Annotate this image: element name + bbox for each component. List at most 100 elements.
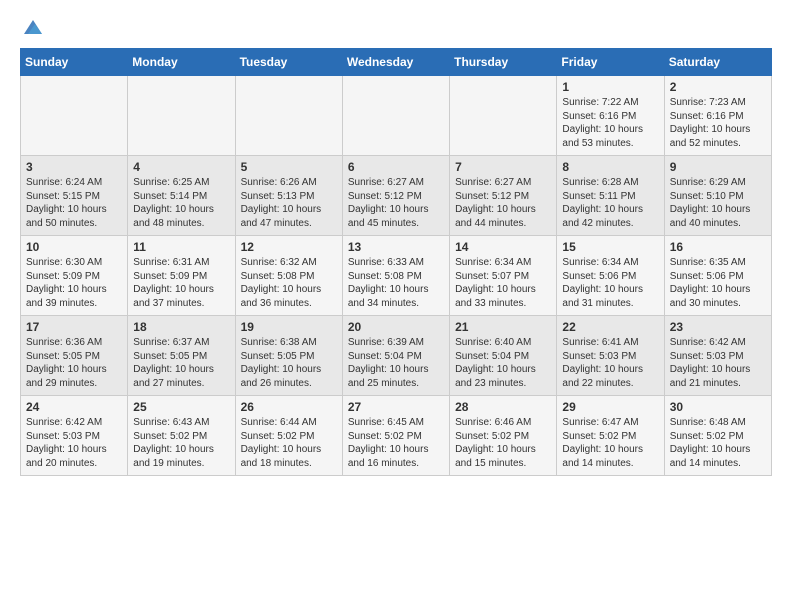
day-number: 16 — [670, 240, 766, 254]
calendar-cell: 17Sunrise: 6:36 AM Sunset: 5:05 PM Dayli… — [21, 316, 128, 396]
calendar-cell: 23 Sunrise: 6:42 AM Sunset: 5:03 PM Dayli… — [664, 316, 771, 396]
day-number: 7 — [455, 160, 551, 174]
day-info: Sunrise: 6:31 AM Sunset: 5:09 PM Dayligh… — [133, 256, 229, 310]
day-info: Sunrise: 6:40 AM Sunset: 5:04 PM Dayligh… — [455, 336, 551, 390]
day-number: 6 — [348, 160, 444, 174]
day-number: 9 — [670, 160, 766, 174]
calendar-cell: 15 Sunrise: 6:34 AM Sunset: 5:06 PM Dayli… — [557, 236, 664, 316]
calendar-cell: 12 Sunrise: 6:32 AM Sunset: 5:08 PM Dayli… — [235, 236, 342, 316]
day-info: Sunrise: 6:46 AM Sunset: 5:02 PM Dayligh… — [455, 416, 551, 470]
calendar-cell — [21, 76, 128, 156]
day-info: Sunrise: 6:42 AM Sunset: 5:03 PM Dayligh… — [670, 336, 766, 390]
calendar-cell: 27Sunrise: 6:45 AM Sunset: 5:02 PM Dayli… — [342, 396, 449, 476]
day-number: 3 — [26, 160, 122, 174]
day-info: Sunrise: 6:29 AM Sunset: 5:10 PM Dayligh… — [670, 176, 766, 230]
calendar-row-4: 17Sunrise: 6:36 AM Sunset: 5:05 PM Dayli… — [21, 316, 772, 396]
day-number: 14 — [455, 240, 551, 254]
calendar-cell: 24 Sunrise: 6:42 AM Sunset: 5:03 PM Dayli… — [21, 396, 128, 476]
calendar-cell: 13 Sunrise: 6:33 AM Sunset: 5:08 PM Dayli… — [342, 236, 449, 316]
calendar-cell: 19 Sunrise: 6:38 AM Sunset: 5:05 PM Dayli… — [235, 316, 342, 396]
day-number: 13 — [348, 240, 444, 254]
day-info: Sunrise: 6:28 AM Sunset: 5:11 PM Dayligh… — [562, 176, 658, 230]
day-info: Sunrise: 6:24 AM Sunset: 5:15 PM Dayligh… — [26, 176, 122, 230]
day-number: 5 — [241, 160, 337, 174]
calendar-cell: 6 Sunrise: 6:27 AM Sunset: 5:12 PM Daylig… — [342, 156, 449, 236]
calendar-cell: 16 Sunrise: 6:35 AM Sunset: 5:06 PM Dayli… — [664, 236, 771, 316]
day-info: Sunrise: 6:39 AM Sunset: 5:04 PM Dayligh… — [348, 336, 444, 390]
day-info: Sunrise: 6:37 AM Sunset: 5:05 PM Dayligh… — [133, 336, 229, 390]
calendar-table: SundayMondayTuesdayWednesdayThursdayFrid… — [20, 48, 772, 476]
day-number: 18 — [133, 320, 229, 334]
day-info: Sunrise: 6:26 AM Sunset: 5:13 PM Dayligh… — [241, 176, 337, 230]
calendar-cell: 8 Sunrise: 6:28 AM Sunset: 5:11 PM Daylig… — [557, 156, 664, 236]
calendar-row-3: 10 Sunrise: 6:30 AM Sunset: 5:09 PM Dayli… — [21, 236, 772, 316]
col-header-monday: Monday — [128, 49, 235, 76]
calendar-cell: 18 Sunrise: 6:37 AM Sunset: 5:05 PM Dayli… — [128, 316, 235, 396]
logo-icon — [22, 16, 44, 38]
day-number: 23 — [670, 320, 766, 334]
calendar-cell: 25 Sunrise: 6:43 AM Sunset: 5:02 PM Dayli… — [128, 396, 235, 476]
day-number: 28 — [455, 400, 551, 414]
calendar-cell — [235, 76, 342, 156]
calendar-cell: 7 Sunrise: 6:27 AM Sunset: 5:12 PM Daylig… — [450, 156, 557, 236]
calendar-cell: 14 Sunrise: 6:34 AM Sunset: 5:07 PM Dayli… — [450, 236, 557, 316]
day-number: 29 — [562, 400, 658, 414]
day-info: Sunrise: 6:44 AM Sunset: 5:02 PM Dayligh… — [241, 416, 337, 470]
day-number: 26 — [241, 400, 337, 414]
day-number: 17 — [26, 320, 122, 334]
day-number: 8 — [562, 160, 658, 174]
calendar-cell: 4 Sunrise: 6:25 AM Sunset: 5:14 PM Daylig… — [128, 156, 235, 236]
day-info: Sunrise: 6:32 AM Sunset: 5:08 PM Dayligh… — [241, 256, 337, 310]
calendar-cell: 11 Sunrise: 6:31 AM Sunset: 5:09 PM Dayli… — [128, 236, 235, 316]
col-header-friday: Friday — [557, 49, 664, 76]
page: SundayMondayTuesdayWednesdayThursdayFrid… — [0, 0, 792, 492]
day-number: 19 — [241, 320, 337, 334]
calendar-cell: 2Sunrise: 7:23 AM Sunset: 6:16 PM Daylig… — [664, 76, 771, 156]
col-header-tuesday: Tuesday — [235, 49, 342, 76]
day-info: Sunrise: 6:25 AM Sunset: 5:14 PM Dayligh… — [133, 176, 229, 230]
day-info: Sunrise: 6:30 AM Sunset: 5:09 PM Dayligh… — [26, 256, 122, 310]
header-row: SundayMondayTuesdayWednesdayThursdayFrid… — [21, 49, 772, 76]
calendar-cell: 3 Sunrise: 6:24 AM Sunset: 5:15 PM Daylig… — [21, 156, 128, 236]
day-info: Sunrise: 6:38 AM Sunset: 5:05 PM Dayligh… — [241, 336, 337, 390]
day-info: Sunrise: 6:43 AM Sunset: 5:02 PM Dayligh… — [133, 416, 229, 470]
calendar-cell: 21 Sunrise: 6:40 AM Sunset: 5:04 PM Dayli… — [450, 316, 557, 396]
day-info: Sunrise: 6:27 AM Sunset: 5:12 PM Dayligh… — [348, 176, 444, 230]
logo — [20, 16, 44, 38]
day-number: 25 — [133, 400, 229, 414]
calendar-cell: 22Sunrise: 6:41 AM Sunset: 5:03 PM Dayli… — [557, 316, 664, 396]
calendar-cell: 28 Sunrise: 6:46 AM Sunset: 5:02 PM Dayli… — [450, 396, 557, 476]
day-number: 24 — [26, 400, 122, 414]
calendar-cell — [450, 76, 557, 156]
day-number: 15 — [562, 240, 658, 254]
day-info: Sunrise: 6:34 AM Sunset: 5:07 PM Dayligh… — [455, 256, 551, 310]
calendar-cell: 29Sunrise: 6:47 AM Sunset: 5:02 PM Dayli… — [557, 396, 664, 476]
day-info: Sunrise: 6:42 AM Sunset: 5:03 PM Dayligh… — [26, 416, 122, 470]
day-number: 11 — [133, 240, 229, 254]
day-info: Sunrise: 7:22 AM Sunset: 6:16 PM Dayligh… — [562, 96, 658, 150]
col-header-wednesday: Wednesday — [342, 49, 449, 76]
calendar-cell: 10 Sunrise: 6:30 AM Sunset: 5:09 PM Dayli… — [21, 236, 128, 316]
day-info: Sunrise: 6:34 AM Sunset: 5:06 PM Dayligh… — [562, 256, 658, 310]
day-info: Sunrise: 6:48 AM Sunset: 5:02 PM Dayligh… — [670, 416, 766, 470]
calendar-cell: 9 Sunrise: 6:29 AM Sunset: 5:10 PM Daylig… — [664, 156, 771, 236]
day-info: Sunrise: 7:23 AM Sunset: 6:16 PM Dayligh… — [670, 96, 766, 150]
day-info: Sunrise: 6:35 AM Sunset: 5:06 PM Dayligh… — [670, 256, 766, 310]
header — [20, 16, 772, 38]
calendar-cell: 20 Sunrise: 6:39 AM Sunset: 5:04 PM Dayli… — [342, 316, 449, 396]
day-info: Sunrise: 6:33 AM Sunset: 5:08 PM Dayligh… — [348, 256, 444, 310]
day-number: 21 — [455, 320, 551, 334]
calendar-cell: 5 Sunrise: 6:26 AM Sunset: 5:13 PM Daylig… — [235, 156, 342, 236]
calendar-cell: 30 Sunrise: 6:48 AM Sunset: 5:02 PM Dayli… — [664, 396, 771, 476]
day-info: Sunrise: 6:27 AM Sunset: 5:12 PM Dayligh… — [455, 176, 551, 230]
calendar-row-2: 3 Sunrise: 6:24 AM Sunset: 5:15 PM Daylig… — [21, 156, 772, 236]
calendar-row-1: 1 Sunrise: 7:22 AM Sunset: 6:16 PM Daylig… — [21, 76, 772, 156]
day-number: 20 — [348, 320, 444, 334]
col-header-sunday: Sunday — [21, 49, 128, 76]
day-number: 4 — [133, 160, 229, 174]
day-info: Sunrise: 6:41 AM Sunset: 5:03 PM Dayligh… — [562, 336, 658, 390]
day-number: 30 — [670, 400, 766, 414]
day-number: 12 — [241, 240, 337, 254]
day-number: 1 — [562, 80, 658, 94]
day-number: 10 — [26, 240, 122, 254]
